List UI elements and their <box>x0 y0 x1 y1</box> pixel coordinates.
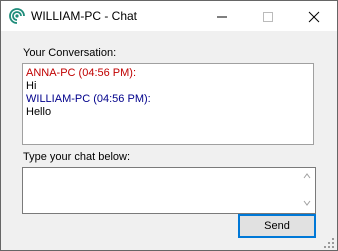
message-header-anna: ANNA-PC (04:56 PM): <box>26 67 137 79</box>
scroll-down-arrow-icon[interactable] <box>301 198 313 208</box>
type-chat-label: Type your chat below: <box>23 151 131 163</box>
close-button[interactable] <box>291 1 337 31</box>
message-header-william: WILLIAM-PC (04:56 PM): <box>26 93 151 105</box>
chat-input[interactable] <box>23 168 299 211</box>
window-title: WILLIAM-PC - Chat <box>31 9 138 23</box>
chat-window: WILLIAM-PC - Chat Your Conversation: ANN… <box>0 0 338 251</box>
maximize-button[interactable] <box>245 1 291 31</box>
minimize-icon <box>217 16 227 18</box>
conversation-label: Your Conversation: <box>23 47 117 59</box>
conversation-box[interactable]: ANNA-PC (04:56 PM): Hi WILLIAM-PC (04:56… <box>22 63 314 145</box>
chat-input-box <box>22 167 316 214</box>
resize-grip-icon[interactable] <box>323 237 335 249</box>
maximize-icon <box>263 12 273 22</box>
scroll-up-arrow-icon[interactable] <box>301 171 313 181</box>
title-bar[interactable]: WILLIAM-PC - Chat <box>1 1 337 31</box>
conversation-log: ANNA-PC (04:56 PM): Hi WILLIAM-PC (04:56… <box>26 67 308 119</box>
message-text-william: Hello <box>26 106 52 118</box>
message-text-anna: Hi <box>26 80 37 92</box>
minimize-button[interactable] <box>199 1 245 31</box>
send-button[interactable]: Send <box>238 214 316 238</box>
close-icon <box>308 11 320 23</box>
chat-signal-icon <box>9 8 25 24</box>
